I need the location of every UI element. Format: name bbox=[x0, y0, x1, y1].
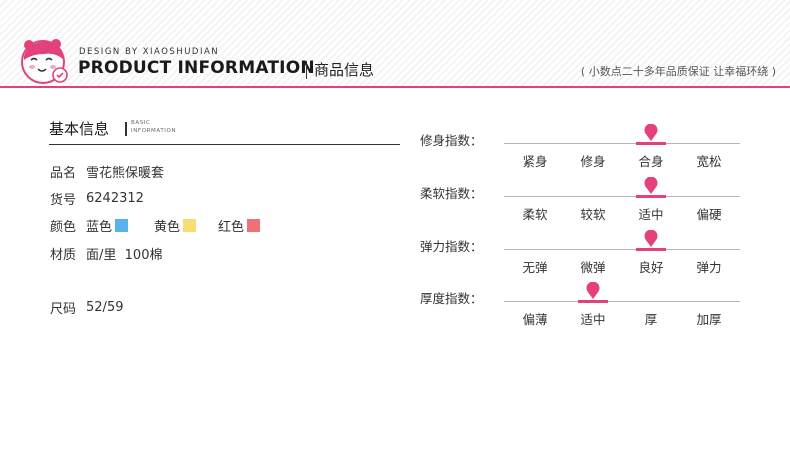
index-label: 厚度指数： bbox=[420, 291, 483, 306]
index-option: 微弹 bbox=[580, 260, 606, 275]
basic-info-underline bbox=[49, 144, 400, 145]
index-label: 柔软指数： bbox=[420, 186, 483, 201]
index-option: 柔软 bbox=[522, 207, 548, 222]
index-label: 弹力指数： bbox=[420, 239, 483, 254]
material-row: 材质 面/里 100棉 bbox=[50, 244, 162, 263]
index-option: 加厚 bbox=[696, 312, 722, 327]
basic-info-en-line2: INFORMATION bbox=[131, 127, 177, 134]
index-scale: 厚度指数： 偏薄 适中 厚 加厚 bbox=[420, 281, 740, 338]
page-title-cn: 商品信息 bbox=[314, 61, 375, 79]
index-option: 合身 bbox=[638, 154, 664, 169]
basic-info-en-line1: BASIC bbox=[131, 120, 151, 126]
color-option-blue: 蓝色 bbox=[86, 216, 129, 235]
index-option: 紧身 bbox=[522, 154, 548, 169]
map-pin-icon bbox=[642, 229, 660, 248]
brand-slogan: ( 小数点二十多年品质保证 让幸福环绕 ) bbox=[580, 65, 776, 78]
basic-info-bar bbox=[125, 122, 127, 136]
size-value: 52/59 bbox=[86, 300, 124, 315]
color-option-red: 红色 bbox=[218, 216, 261, 235]
color-row: 颜色 蓝色 黄色 红色 bbox=[50, 216, 261, 235]
index-option: 修身 bbox=[580, 154, 606, 169]
index-selected-highlight bbox=[636, 248, 666, 251]
brand-logo bbox=[20, 38, 70, 84]
index-option: 偏硬 bbox=[696, 207, 722, 222]
index-selected-highlight bbox=[636, 142, 666, 145]
color-option-yellow: 黄色 bbox=[154, 216, 197, 235]
index-axis-line bbox=[504, 249, 740, 250]
index-option: 偏薄 bbox=[522, 312, 548, 327]
color-label: 颜色 bbox=[50, 220, 77, 235]
sku-row: 货号 6242312 bbox=[50, 189, 144, 208]
material-label: 材质 bbox=[50, 248, 77, 263]
color-swatch-red bbox=[247, 219, 261, 232]
size-row: 尺码 52/59 bbox=[50, 298, 123, 317]
basic-info-title: 基本信息 bbox=[49, 120, 110, 138]
index-scale: 柔软指数： 柔软 较软 适中 偏硬 bbox=[420, 176, 740, 233]
index-option: 无弹 bbox=[522, 260, 548, 275]
index-option: 适中 bbox=[638, 207, 664, 222]
index-axis-line bbox=[504, 143, 740, 144]
index-option: 良好 bbox=[638, 260, 664, 275]
design-by-text: DESIGN BY XIAOSHUDIAN bbox=[79, 47, 220, 57]
header-divider-line bbox=[0, 86, 790, 88]
color-name: 蓝色 bbox=[86, 220, 113, 235]
index-label: 修身指数： bbox=[420, 133, 483, 148]
index-selected-highlight bbox=[578, 300, 608, 303]
index-option: 适中 bbox=[580, 312, 606, 327]
product-name-row: 品名 雪花熊保暖套 bbox=[50, 162, 164, 181]
material-value: 面/里 100棉 bbox=[86, 248, 163, 263]
sku-label: 货号 bbox=[50, 193, 77, 208]
sku-value: 6242312 bbox=[86, 191, 144, 206]
index-scale: 弹力指数： 无弹 微弹 良好 弹力 bbox=[420, 229, 740, 286]
index-selected-highlight bbox=[636, 195, 666, 198]
index-axis-line bbox=[504, 301, 740, 302]
color-swatch-yellow bbox=[183, 219, 197, 232]
map-pin-icon bbox=[584, 281, 602, 300]
basic-info-en: BASIC INFORMATION bbox=[131, 120, 176, 135]
color-name: 红色 bbox=[218, 220, 245, 235]
index-scale: 修身指数： 紧身 修身 合身 宽松 bbox=[420, 123, 740, 180]
size-label: 尺码 bbox=[50, 302, 77, 317]
bear-face-icon bbox=[21, 39, 68, 84]
index-axis-line bbox=[504, 196, 740, 197]
map-pin-icon bbox=[642, 176, 660, 195]
page-title-en: PRODUCT INFORMATION bbox=[78, 58, 315, 78]
title-divider bbox=[306, 61, 307, 79]
product-name-value: 雪花熊保暖套 bbox=[86, 166, 165, 181]
index-option: 宽松 bbox=[696, 154, 722, 169]
map-pin-icon bbox=[642, 123, 660, 142]
index-option: 弹力 bbox=[696, 260, 722, 275]
product-name-label: 品名 bbox=[50, 166, 77, 181]
index-option: 厚 bbox=[644, 312, 658, 327]
color-swatch-blue bbox=[115, 219, 129, 232]
index-option: 较软 bbox=[580, 207, 606, 222]
color-name: 黄色 bbox=[154, 220, 181, 235]
